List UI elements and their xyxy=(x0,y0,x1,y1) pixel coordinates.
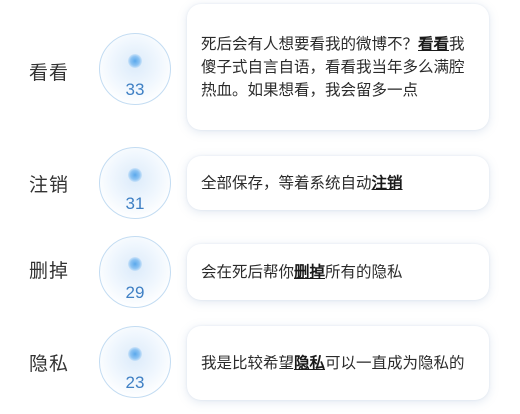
bubble-dot-icon xyxy=(128,257,142,271)
vote-count: 29 xyxy=(125,283,145,302)
bubble-dot-icon xyxy=(128,347,142,361)
comment-text-before: 我是比较希望 xyxy=(201,353,295,372)
bubble-dot-icon xyxy=(128,168,142,182)
comment-keyword: 看看 xyxy=(418,34,450,53)
comment-keyword: 隐私 xyxy=(294,353,326,372)
vote-count-bubble: 29 xyxy=(99,236,171,308)
vote-count-bubble: 31 xyxy=(99,147,171,219)
comment-text: 会在死后帮你删掉所有的隐私 xyxy=(201,261,475,284)
vote-count: 23 xyxy=(125,373,145,392)
comment-card[interactable]: 全部保存，等着系统自动注销 xyxy=(187,156,489,210)
comment-text: 我是比较希望隐私可以一直成为隐私的 xyxy=(201,352,475,375)
option-label: 看看 xyxy=(29,62,70,84)
comment-card[interactable]: 死后会有人想要看我的微博不？看看我傻子式自言自语，看看我当年多么满腔热血。如果想… xyxy=(187,4,489,130)
vote-count-bubble: 23 xyxy=(99,326,171,398)
bubble-dot-icon xyxy=(128,54,142,68)
option-label: 隐私 xyxy=(29,353,70,375)
comment-card[interactable]: 会在死后帮你删掉所有的隐私 xyxy=(187,244,489,300)
comment-text: 死后会有人想要看我的微博不？看看我傻子式自言自语，看看我当年多么满腔热血。如果想… xyxy=(201,33,475,102)
comment-keyword: 删掉 xyxy=(294,262,326,281)
vote-count-bubble: 33 xyxy=(99,33,171,105)
comment-text: 全部保存，等着系统自动注销 xyxy=(201,172,475,195)
comment-text-before: 全部保存，等着系统自动 xyxy=(201,173,372,192)
vote-count: 33 xyxy=(125,80,145,99)
option-label: 删掉 xyxy=(29,260,70,282)
comment-text-after: 可以一直成为隐私的 xyxy=(325,353,465,372)
comment-text-before: 会在死后帮你 xyxy=(201,262,295,281)
vote-count: 31 xyxy=(125,194,145,213)
comment-keyword: 注销 xyxy=(371,173,403,192)
comment-card[interactable]: 我是比较希望隐私可以一直成为隐私的 xyxy=(187,326,489,400)
option-label: 注销 xyxy=(29,174,70,196)
comment-text-after: 所有的隐私 xyxy=(325,262,403,281)
comment-text-before: 死后会有人想要看我的微博不？ xyxy=(201,34,419,53)
